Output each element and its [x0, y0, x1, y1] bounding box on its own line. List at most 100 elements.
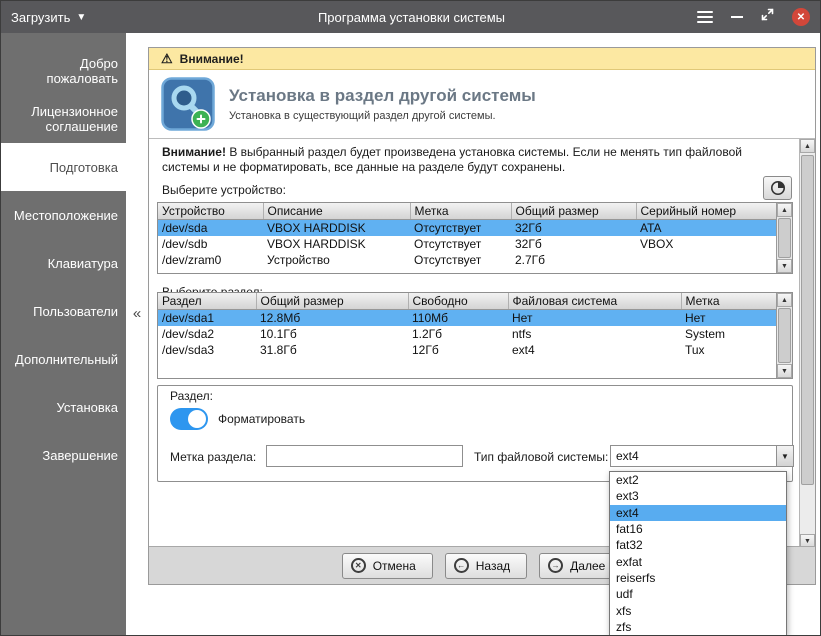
partition-row-sda1[interactable]: /dev/sda1 12.8Мб 110Мб Нет Нет	[158, 309, 776, 326]
scrollbar-thumb[interactable]	[778, 218, 791, 258]
notice-text: Внимание! В выбранный раздел будет произ…	[162, 145, 790, 175]
scrollbar-thumb[interactable]	[801, 155, 814, 485]
toggle-knob	[188, 410, 206, 428]
sidebar-item-preparation[interactable]: Подготовка	[1, 143, 126, 191]
format-toggle[interactable]	[170, 408, 208, 430]
scroll-down-icon[interactable]: ▼	[777, 259, 792, 273]
partition-table-header-row: Раздел Общий размер Свободно Файловая си…	[158, 293, 777, 310]
fs-type-combobox[interactable]: ext4 ▼	[610, 445, 794, 467]
cell: 12.8Мб	[256, 309, 408, 326]
column-header[interactable]: Общий размер	[256, 293, 409, 310]
cell: /dev/sda	[158, 219, 263, 236]
column-header[interactable]: Серийный номер	[636, 203, 777, 220]
cell	[636, 252, 776, 268]
combo-dropdown-button[interactable]: ▼	[776, 446, 793, 466]
disk-usage-button[interactable]	[763, 176, 792, 200]
column-header[interactable]: Метка	[681, 293, 777, 310]
sidebar-item-finish[interactable]: Завершение	[1, 431, 126, 479]
cell: /dev/zram0	[162, 253, 222, 267]
sidebar-item-installation[interactable]: Установка	[1, 383, 126, 431]
fs-option-reiserfs[interactable]: reiserfs	[610, 570, 786, 586]
sidebar-item-label: Пользователи	[33, 303, 118, 319]
device-section-label: Выберите устройство:	[162, 183, 286, 197]
cancel-button[interactable]: ✕ Отмена	[341, 552, 433, 579]
partition-table: Раздел Общий размер Свободно Файловая си…	[157, 292, 793, 379]
titlebar: Загрузить ▼ Программа установки системы …	[1, 1, 820, 33]
sidebar-item-welcome[interactable]: Добро пожаловать	[1, 47, 126, 95]
sidebar-item-label: Завершение	[42, 447, 118, 463]
column-header[interactable]: Раздел	[158, 293, 257, 310]
expand-icon	[761, 8, 774, 21]
cell: 10.1Гб	[260, 327, 297, 341]
device-row-zram0[interactable]: /dev/zram0 Устройство Отсутствует 2.7Гб	[158, 252, 776, 268]
fs-option-udf[interactable]: udf	[610, 586, 786, 602]
pie-chart-icon	[770, 181, 785, 195]
cell: /dev/sda1	[158, 309, 256, 326]
column-header[interactable]: Свободно	[408, 293, 509, 310]
cell: 110Мб	[408, 309, 508, 326]
sidebar-item-additional[interactable]: Дополнительный	[1, 335, 126, 383]
next-arrow-icon: →	[548, 558, 564, 573]
close-button[interactable]: ✕	[792, 8, 810, 26]
partition-label-field-label: Метка раздела:	[170, 450, 257, 464]
sidebar-item-keyboard[interactable]: Клавиатура	[1, 239, 126, 287]
partition-label-input[interactable]	[266, 445, 463, 467]
back-label: Назад	[475, 558, 511, 573]
warning-icon: ⚠	[161, 50, 173, 66]
load-menu-button[interactable]: Загрузить ▼	[11, 1, 86, 33]
device-row-sda[interactable]: /dev/sda VBOX HARDDISK Отсутствует 32Гб …	[158, 219, 776, 236]
back-button[interactable]: ← Назад	[444, 552, 528, 579]
sidebar-item-label: Подготовка	[49, 159, 118, 175]
scroll-up-icon[interactable]: ▲	[777, 293, 792, 307]
window-controls: ✕	[697, 1, 810, 33]
fs-option-ext3[interactable]: ext3	[610, 488, 786, 504]
sidebar-collapse-button[interactable]: «	[128, 301, 146, 325]
sidebar-item-label: Местоположение	[13, 207, 118, 223]
fs-option-zfs[interactable]: zfs	[610, 619, 786, 635]
fs-option-xfs[interactable]: xfs	[610, 602, 786, 618]
minimize-button[interactable]	[731, 16, 743, 18]
cell: 12Гб	[412, 343, 439, 357]
scroll-up-icon[interactable]: ▲	[777, 203, 792, 217]
column-header[interactable]: Метка	[410, 203, 512, 220]
partition-row-sda2[interactable]: /dev/sda2 10.1Гб 1.2Гб ntfs System	[158, 326, 776, 342]
partition-groupbox: Раздел: Форматировать Метка раздела: Тип…	[157, 385, 794, 482]
column-header[interactable]: Устройство	[158, 203, 264, 220]
page-header: Установка в раздел другой системы Устано…	[149, 70, 815, 139]
cell: Tux	[685, 343, 705, 357]
fs-option-exfat[interactable]: exfat	[610, 553, 786, 569]
cell: VBOX HARDDISK	[263, 219, 410, 236]
sidebar-item-location[interactable]: Местоположение	[1, 191, 126, 239]
groupbox-title: Раздел:	[170, 389, 213, 403]
sidebar-item-license[interactable]: Лицензионное соглашение	[1, 95, 126, 143]
device-table: Устройство Описание Метка Общий размер С…	[157, 202, 793, 274]
fs-option-fat16[interactable]: fat16	[610, 521, 786, 537]
sidebar-item-label: Установка	[56, 399, 118, 415]
column-header[interactable]: Файловая система	[508, 293, 682, 310]
hamburger-menu-icon[interactable]	[697, 11, 713, 23]
cell: Отсутствует	[410, 219, 511, 236]
fs-type-value: ext4	[616, 449, 639, 463]
cell: 31.8Гб	[260, 343, 297, 357]
sidebar-item-users[interactable]: Пользователи	[1, 287, 126, 335]
maximize-button[interactable]	[761, 8, 774, 26]
warning-banner: ⚠ Внимание!	[149, 48, 815, 70]
column-header[interactable]: Описание	[263, 203, 411, 220]
scroll-down-icon[interactable]: ▼	[777, 364, 792, 378]
partition-row-sda3[interactable]: /dev/sda3 31.8Гб 12Гб ext4 Tux	[158, 342, 776, 358]
fs-option-ext4[interactable]: ext4	[610, 504, 786, 521]
partition-table-scrollbar: ▲ ▼	[776, 293, 792, 378]
column-header[interactable]: Общий размер	[511, 203, 637, 220]
fs-type-field-label: Тип файловой системы:	[474, 450, 609, 464]
cell: System	[685, 327, 726, 341]
cancel-label: Отмена	[372, 558, 416, 573]
fs-option-ext2[interactable]: ext2	[610, 472, 786, 488]
scroll-up-icon[interactable]: ▲	[800, 139, 815, 153]
cell: /dev/sdb	[162, 237, 208, 251]
warning-banner-text: Внимание!	[179, 51, 244, 66]
cell: ATA	[636, 219, 776, 236]
cell: 2.7Гб	[515, 253, 546, 267]
fs-option-fat32[interactable]: fat32	[610, 537, 786, 553]
device-row-sdb[interactable]: /dev/sdb VBOX HARDDISK Отсутствует 32Гб …	[158, 236, 776, 252]
scrollbar-thumb[interactable]	[778, 308, 791, 363]
